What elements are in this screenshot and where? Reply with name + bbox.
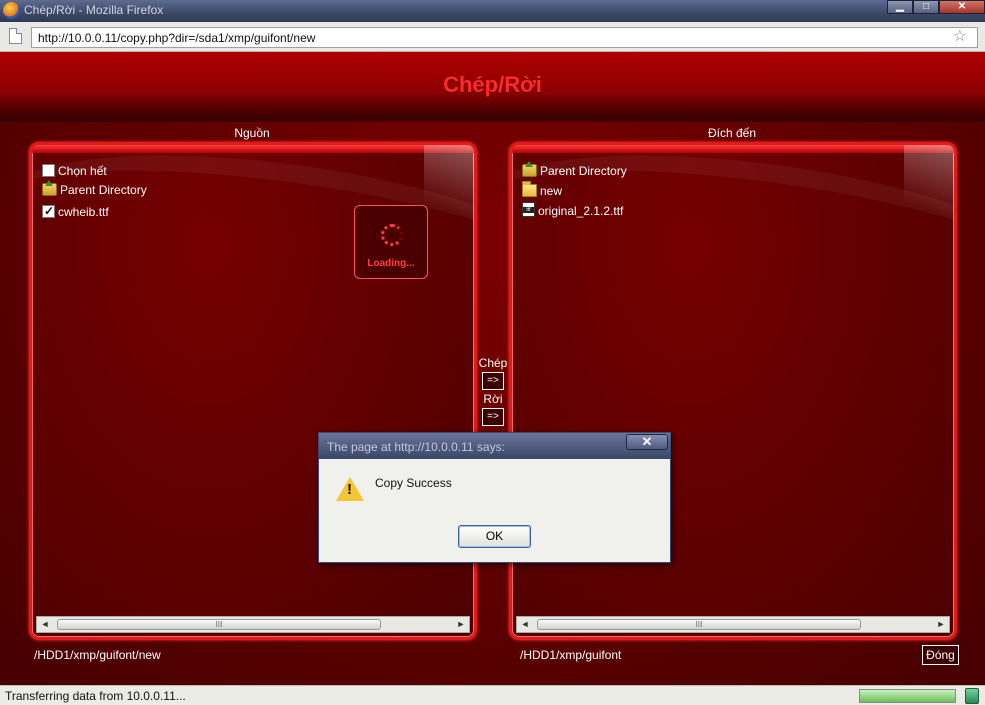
destination-pane: Parent Directory new original_2.1.2.ttf …: [509, 142, 957, 640]
progress-fill: [860, 690, 955, 702]
status-bar: Transferring data from 10.0.0.11...: [0, 685, 985, 705]
status-text: Transferring data from 10.0.0.11...: [5, 689, 186, 703]
source-pane: Chọn hết Parent Directory cwheib.ttf Loa…: [29, 142, 477, 640]
scroll-thumb[interactable]: III: [537, 619, 861, 630]
alert-dialog: The page at http://10.0.0.11 says: ✕ ! C…: [318, 432, 671, 563]
page-icon: [9, 28, 22, 44]
dialog-close-button[interactable]: ✕: [626, 434, 668, 450]
loading-indicator: Loading...: [354, 205, 428, 279]
source-path: /HDD1/xmp/guifont/new: [34, 648, 161, 662]
window-close-button[interactable]: ✕: [939, 0, 985, 14]
destination-label: Đích đến: [707, 126, 757, 140]
source-parent-directory[interactable]: Parent Directory: [42, 180, 147, 200]
maximize-button[interactable]: □: [913, 0, 939, 14]
page-content: Chép/Rời Nguồn Đích đến Chọn hết Parent …: [0, 52, 985, 685]
firefox-icon: [3, 2, 20, 19]
dest-folder-name: new: [540, 184, 563, 198]
window-title: Chép/Rời - Mozilla Firefox: [24, 3, 164, 17]
url-input[interactable]: http://10.0.0.11/copy.php?dir=/sda1/xmp/…: [31, 27, 978, 48]
dialog-titlebar: The page at http://10.0.0.11 says: ✕: [319, 433, 670, 459]
select-all-label: Chọn hết: [58, 164, 107, 178]
dialog-title: The page at http://10.0.0.11 says:: [327, 440, 505, 454]
dialog-message: Copy Success: [375, 476, 452, 490]
folder-icon: [522, 181, 537, 197]
source-label: Nguồn: [234, 126, 270, 140]
scroll-left-icon[interactable]: ◄: [37, 617, 53, 632]
loading-text: Loading...: [367, 258, 415, 269]
minimize-button[interactable]: ▁: [887, 0, 913, 14]
scroll-right-icon[interactable]: ►: [453, 617, 469, 632]
parent-directory-icon: [42, 180, 57, 196]
dest-file-item[interactable]: original_2.1.2.ttf: [522, 202, 623, 220]
security-icon[interactable]: [965, 688, 979, 704]
progress-bar: [859, 689, 956, 703]
source-file-item[interactable]: cwheib.ttf: [42, 203, 109, 222]
scroll-right-icon[interactable]: ►: [933, 617, 949, 632]
scroll-left-icon[interactable]: ◄: [517, 617, 533, 632]
source-parent-label: Parent Directory: [60, 183, 147, 197]
dest-folder-item[interactable]: new: [522, 181, 563, 201]
dest-parent-directory[interactable]: Parent Directory: [522, 161, 627, 181]
window-titlebar: Chép/Rời - Mozilla Firefox ▁ □ ✕: [0, 0, 985, 22]
destination-path: /HDD1/xmp/guifont: [520, 648, 622, 662]
select-all-checkbox[interactable]: [42, 164, 55, 177]
close-page-button[interactable]: Đóng: [922, 645, 959, 665]
copy-button[interactable]: =>: [482, 372, 504, 390]
copy-label: Chép: [478, 356, 508, 370]
source-horizontal-scrollbar[interactable]: ◄ III ►: [36, 616, 470, 633]
select-all-item[interactable]: Chọn hết: [42, 163, 107, 181]
warning-icon: !: [336, 477, 364, 501]
parent-directory-icon: [522, 161, 537, 177]
ok-button[interactable]: OK: [458, 525, 531, 548]
source-file-name: cwheib.ttf: [58, 205, 109, 219]
address-bar: http://10.0.0.11/copy.php?dir=/sda1/xmp/…: [0, 22, 985, 52]
file-checkbox[interactable]: [42, 203, 55, 219]
move-button[interactable]: =>: [482, 408, 504, 426]
spinner-icon: [381, 224, 403, 246]
font-file-icon: [522, 202, 535, 217]
move-label: Rời: [483, 392, 503, 406]
scroll-thumb[interactable]: III: [57, 619, 381, 630]
dest-horizontal-scrollbar[interactable]: ◄ III ►: [516, 616, 950, 633]
bookmark-star-icon[interactable]: ☆: [953, 29, 967, 45]
url-text: http://10.0.0.11/copy.php?dir=/sda1/xmp/…: [38, 31, 316, 45]
dest-file-name: original_2.1.2.ttf: [538, 204, 624, 218]
dest-parent-label: Parent Directory: [540, 164, 627, 178]
page-title: Chép/Rời: [443, 72, 542, 97]
